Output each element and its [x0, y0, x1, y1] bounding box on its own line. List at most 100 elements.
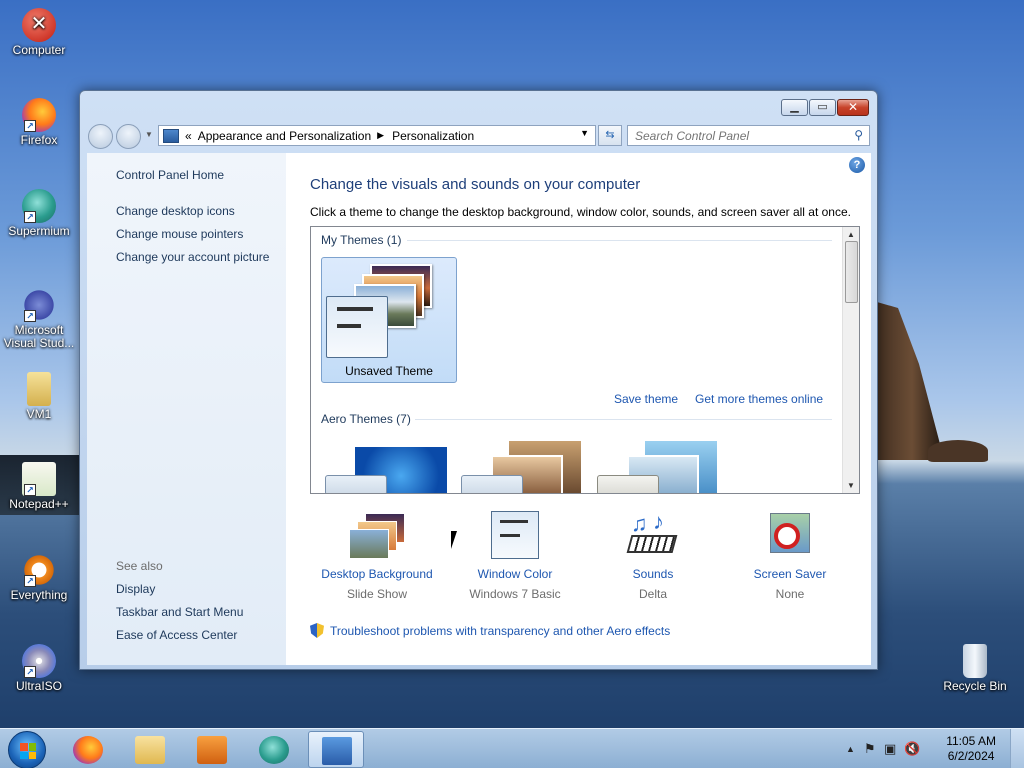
scroll-down-icon[interactable]: ▼ — [843, 481, 859, 490]
desktop-icon-computer[interactable]: ✕ Computer — [1, 8, 77, 57]
theme-unsaved[interactable]: Unsaved Theme — [321, 257, 457, 383]
show-hidden-icons-icon[interactable]: ▲ — [846, 744, 855, 754]
control-panel-icon — [322, 737, 352, 765]
theme-aero-windows[interactable] — [325, 445, 455, 493]
desktop-icon-label: Notepad++ — [9, 497, 69, 511]
desktop-background-option[interactable]: Desktop Background Slide Show — [307, 511, 447, 601]
mouse-cursor-icon — [451, 531, 457, 549]
shortcut-arrow-icon: ↗ — [24, 575, 36, 587]
desktop-icon-notepad-plus-plus[interactable]: ↗ Notepad++ — [1, 462, 77, 511]
sidebar-link-taskbar[interactable]: Taskbar and Start Menu — [116, 605, 243, 619]
sidebar-link-mouse-pointers[interactable]: Change mouse pointers — [116, 227, 243, 241]
themes-list[interactable]: My Themes (1) Unsaved Theme Save theme G… — [310, 226, 860, 494]
sidebar-link-desktop-icons[interactable]: Change desktop icons — [116, 204, 235, 218]
window-color-option[interactable]: Window Color Windows 7 Basic — [445, 511, 585, 601]
theme-aero-characters[interactable] — [597, 441, 727, 493]
screen-saver-value: None — [775, 587, 805, 601]
sidebar-link-display[interactable]: Display — [116, 582, 155, 596]
search-input[interactable] — [628, 126, 838, 145]
taskbar-file-explorer[interactable] — [122, 731, 178, 768]
action-center-flag-icon[interactable]: ⚑ — [864, 741, 876, 757]
group-divider — [407, 240, 832, 241]
group-divider — [415, 419, 832, 420]
clock[interactable]: 11:05 AM 6/2/2024 — [946, 734, 996, 764]
breadcrumb-overflow[interactable]: « — [185, 129, 192, 143]
desktop-icon-firefox[interactable]: ↗ Firefox — [1, 98, 77, 147]
desktop-icon-everything[interactable]: ↗ Everything — [1, 553, 77, 602]
window-color-swatch — [325, 475, 387, 493]
window-color-icon — [485, 511, 545, 563]
desktop-icon-recycle-bin[interactable]: Recycle Bin — [937, 644, 1013, 693]
scroll-up-icon[interactable]: ▲ — [843, 230, 859, 239]
desktop-icon-ultraiso[interactable]: ↗ UltraISO — [1, 644, 77, 693]
desktop-icon-supermium[interactable]: ↗ Supermium — [1, 189, 77, 238]
clock-date: 6/2/2024 — [947, 749, 995, 763]
recycle-bin-icon — [963, 644, 987, 678]
screen-saver-icon — [760, 511, 820, 563]
scrollbar-thumb[interactable] — [845, 241, 858, 303]
taskbar-control-panel[interactable] — [308, 731, 364, 768]
window-color-swatch — [597, 475, 659, 493]
desktop-icon-label: Supermium — [8, 224, 70, 238]
sidebar-link-ease-of-access[interactable]: Ease of Access Center — [116, 628, 237, 642]
firefox-icon — [73, 736, 103, 764]
visual-studio-icon: ↗ — [22, 288, 56, 322]
rock-scenery — [928, 440, 988, 462]
title-bar[interactable]: ▁ ▭ ✕ — [80, 91, 877, 121]
desktop-icon-label: Firefox — [20, 133, 58, 147]
theme-aero-architecture[interactable] — [461, 441, 591, 493]
refresh-button[interactable]: ⇆ — [598, 125, 622, 146]
breadcrumb-separator-icon[interactable]: ▶ — [377, 130, 384, 141]
desktop-icon-vm1[interactable]: VM1 — [1, 372, 77, 421]
desktop-background-label[interactable]: Desktop Background — [307, 567, 447, 581]
breadcrumb-appearance[interactable]: Appearance and Personalization — [198, 129, 371, 143]
user-folder-icon — [27, 372, 51, 406]
taskbar-supermium[interactable] — [246, 731, 302, 768]
close-button[interactable]: ✕ — [837, 99, 869, 116]
network-icon[interactable]: ▣ — [884, 741, 896, 757]
clock-time: 11:05 AM — [946, 734, 996, 748]
start-button[interactable] — [8, 731, 46, 768]
sidebar-link-account-picture[interactable]: Change your account picture — [116, 250, 269, 264]
sounds-label[interactable]: Sounds — [583, 567, 723, 581]
maximize-button[interactable]: ▭ — [809, 99, 836, 116]
file-explorer-icon — [135, 736, 165, 764]
refresh-icon: ⇆ — [605, 129, 615, 141]
window-color-value: Windows 7 Basic — [469, 587, 561, 601]
taskbar-media-player[interactable] — [184, 731, 240, 768]
shortcut-arrow-icon: ↗ — [24, 310, 36, 322]
shortcut-arrow-icon: ↗ — [24, 484, 36, 496]
cliff-scenery — [870, 300, 940, 460]
themes-scrollbar[interactable]: ▲ ▼ — [842, 227, 859, 493]
show-desktop-button[interactable] — [1010, 729, 1024, 768]
sidebar-link-control-panel-home[interactable]: Control Panel Home — [116, 168, 224, 182]
back-button[interactable] — [88, 124, 113, 149]
breadcrumb-personalization[interactable]: Personalization — [392, 129, 474, 143]
everything-search-icon: ↗ — [22, 553, 56, 587]
taskbar-firefox[interactable] — [60, 731, 116, 768]
address-dropdown-icon[interactable]: ▼ — [580, 128, 589, 138]
system-tray: ▲ ⚑ ▣ 🔇 11:05 AM 6/2/2024 — [834, 729, 1024, 768]
personalization-window: ▁ ▭ ✕ ▼ « Appearance and Personalization… — [79, 90, 878, 670]
minimize-button[interactable]: ▁ — [781, 99, 808, 116]
sounds-option[interactable]: ♫ ♪ Sounds Delta — [583, 509, 723, 601]
recent-pages-dropdown[interactable]: ▼ — [145, 130, 153, 139]
desktop-icon-visual-studio[interactable]: ↗ Microsoft Visual Stud... — [1, 288, 77, 350]
window-bar — [337, 307, 373, 311]
forward-button[interactable] — [116, 124, 141, 149]
search-icon[interactable]: ⚲ — [854, 128, 863, 142]
address-bar[interactable]: « Appearance and Personalization ▶ Perso… — [158, 125, 596, 146]
screen-saver-option[interactable]: Screen Saver None — [720, 511, 860, 601]
screen-saver-label[interactable]: Screen Saver — [720, 567, 860, 581]
close-icon: ✕ — [847, 100, 859, 114]
troubleshoot-text[interactable]: Troubleshoot problems with transparency … — [330, 624, 670, 638]
troubleshoot-link[interactable]: Troubleshoot problems with transparency … — [310, 623, 670, 638]
aero-themes-header[interactable]: Aero Themes (7) — [321, 412, 411, 426]
get-more-themes-link[interactable]: Get more themes online — [695, 392, 823, 406]
volume-muted-icon[interactable]: 🔇 — [904, 741, 920, 757]
search-box[interactable]: ⚲ — [627, 125, 870, 146]
window-color-label[interactable]: Window Color — [445, 567, 585, 581]
help-icon[interactable]: ? — [849, 157, 865, 173]
my-themes-header[interactable]: My Themes (1) — [321, 233, 401, 247]
save-theme-link[interactable]: Save theme — [614, 392, 678, 406]
